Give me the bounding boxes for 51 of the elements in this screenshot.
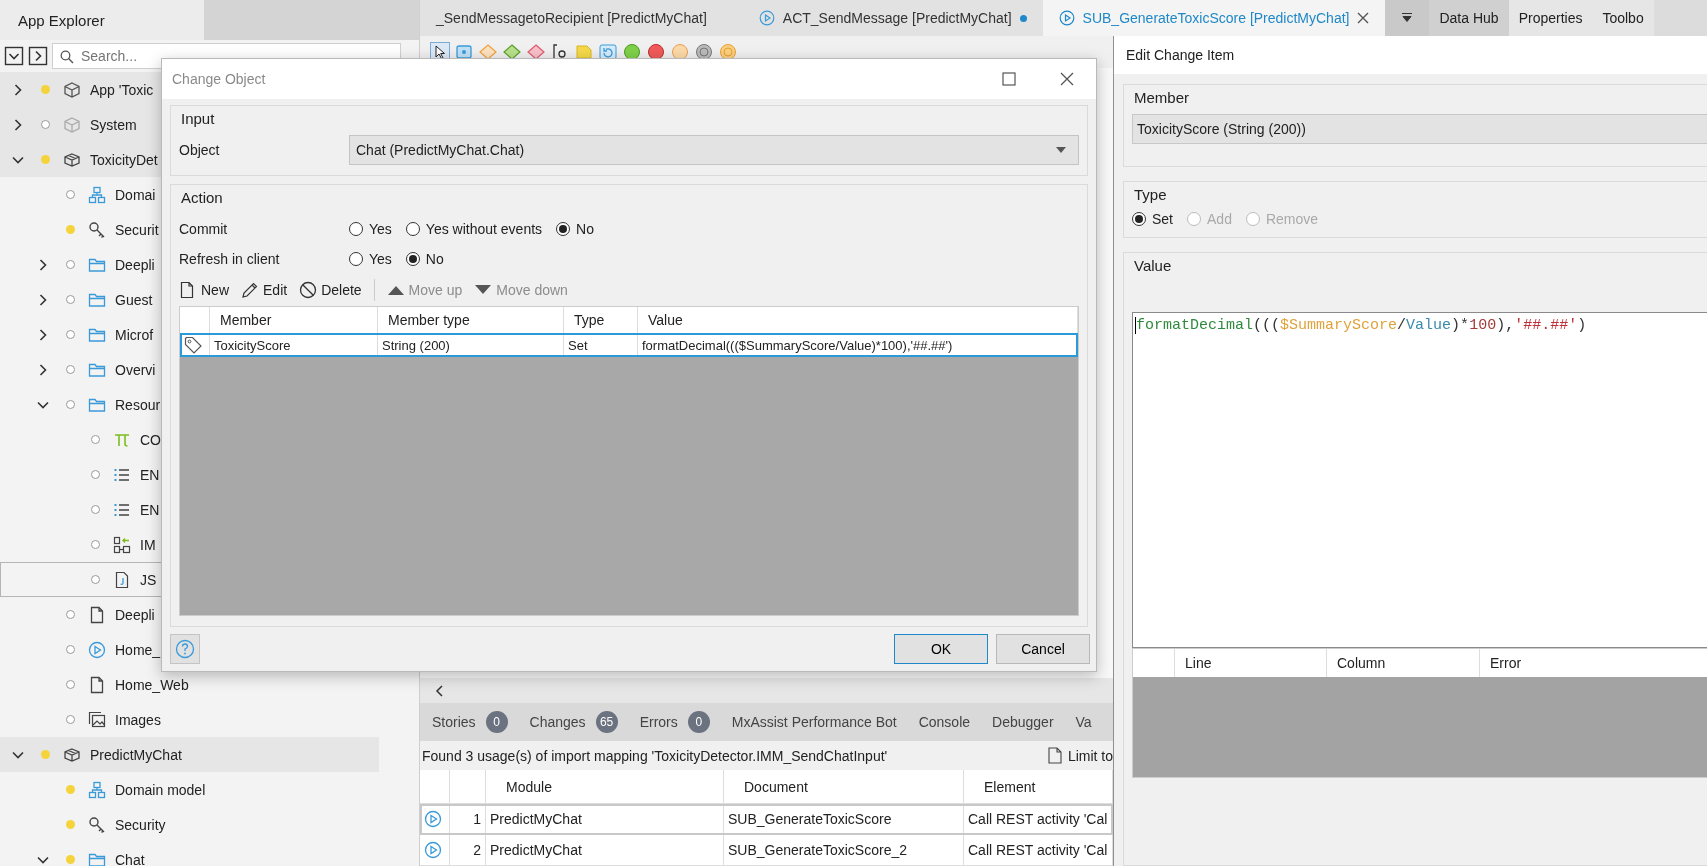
- tree-item-label: System: [90, 116, 137, 133]
- group-label: Value: [1133, 256, 1173, 276]
- tree-item-label: EN: [140, 466, 160, 483]
- table-cell: String (200): [378, 333, 564, 357]
- tree-item-label: Domain model: [115, 781, 206, 798]
- table-cell: PredictMyChat: [486, 835, 724, 865]
- dialog-title: Change Object: [172, 71, 267, 87]
- tree-item-label: JS: [140, 571, 157, 588]
- tree-item-label: Deepli: [115, 256, 155, 273]
- tree-item-label: CO: [140, 431, 161, 448]
- tree-item-label: Deepli: [115, 606, 155, 623]
- tree-item-label: EN: [140, 501, 160, 518]
- code-line: formatDecimal((($SummaryScore/Value)*100),'##.##'): [1135, 317, 1587, 334]
- table-cell: SUB_GenerateToxicScore_2: [724, 835, 964, 865]
- tree-item-label: Chat: [115, 851, 145, 866]
- tree-item-label: ToxicityDet: [90, 151, 158, 168]
- table-cell: PredictMyChat: [486, 804, 724, 834]
- tree-item-label: Images: [115, 711, 161, 728]
- tree-item-label: Security: [115, 816, 166, 833]
- field-label: Object: [179, 142, 221, 158]
- count-badge: 0: [485, 711, 508, 733]
- field-label: Refresh in client: [179, 251, 281, 267]
- tree-item-label: Domai: [115, 186, 156, 203]
- group-label: Input: [180, 109, 216, 129]
- tree-item-label: Guest: [115, 291, 153, 308]
- tree-item-label: Home_Web: [115, 676, 189, 693]
- tab-label: SUB_GenerateToxicScore [PredictMyChat]: [1082, 10, 1350, 26]
- group-label: Action: [180, 188, 224, 208]
- tab-label: _SendMessagetoRecipient [PredictMyChat]: [436, 10, 707, 26]
- tab-label: ACT_SendMessage [PredictMyChat]: [782, 10, 1012, 26]
- dialog-title: Edit Change Item: [1114, 36, 1707, 74]
- tree-item-label: IM: [140, 536, 156, 553]
- table-cell: 2: [450, 835, 486, 865]
- table-cell: ToxicityScore: [210, 333, 378, 357]
- tree-item-label: Securit: [115, 221, 159, 238]
- tree-item-label: Overvi: [115, 361, 156, 378]
- tree-item-label: Home_: [115, 641, 161, 658]
- tree-item-label: PredictMyChat: [90, 746, 182, 763]
- tree-item-label: Microf: [115, 326, 154, 343]
- group-label: Member: [1133, 88, 1190, 108]
- tree-item-label: Resour: [115, 396, 161, 413]
- group-label: Type: [1133, 185, 1168, 205]
- table-cell: SUB_GenerateToxicScore: [724, 804, 964, 834]
- tree-item-label: App 'Toxic: [90, 81, 154, 98]
- table-cell: formatDecimal((($SummaryScore/Value)*100),'##.##'): [638, 333, 1078, 357]
- count-badge: 0: [687, 711, 710, 733]
- table-cell: 1: [450, 804, 486, 834]
- results-summary: Found 3 usage(s) of import mapping 'ToxicityDetector.IMM_SendChatInput': [422, 747, 888, 764]
- table-cell: Set: [564, 333, 638, 357]
- field-label: Commit: [179, 221, 229, 237]
- count-badge: 65: [595, 711, 618, 733]
